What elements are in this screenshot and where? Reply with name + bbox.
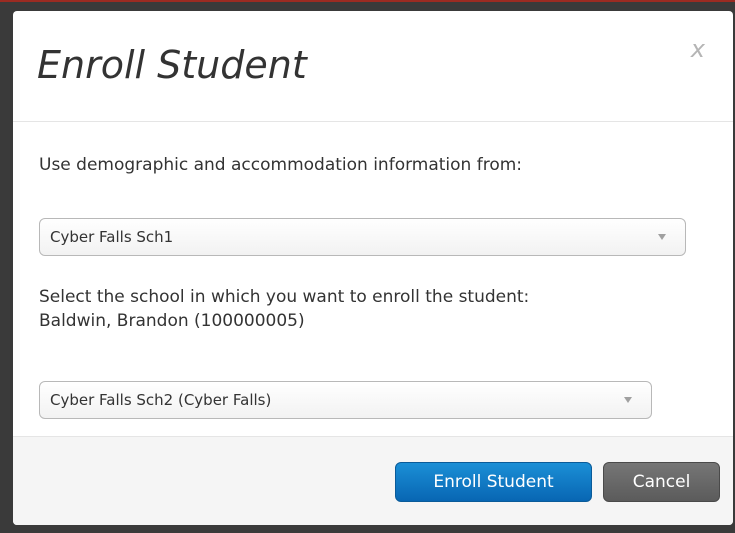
target-school-label: Select the school in which you want to e… [39, 287, 530, 307]
target-school-value: Cyber Falls Sch2 (Cyber Falls) [50, 391, 272, 409]
chevron-down-icon [658, 234, 666, 240]
close-icon[interactable]: x [691, 37, 705, 61]
source-school-select[interactable]: Cyber Falls Sch1 [39, 218, 686, 256]
chevron-down-icon [624, 397, 632, 403]
enroll-student-dialog: Enroll Student x Use demographic and acc… [13, 11, 733, 525]
target-school-select[interactable]: Cyber Falls Sch2 (Cyber Falls) [39, 381, 652, 419]
cancel-button[interactable]: Cancel [603, 462, 720, 502]
dialog-header: Enroll Student x [13, 11, 733, 122]
source-school-value: Cyber Falls Sch1 [50, 228, 174, 246]
dialog-body: Use demographic and accommodation inform… [13, 122, 733, 439]
dialog-title: Enroll Student [37, 43, 307, 87]
dialog-footer: Enroll Student Cancel [13, 436, 733, 525]
source-school-label: Use demographic and accommodation inform… [39, 155, 523, 175]
enroll-student-button[interactable]: Enroll Student [395, 462, 592, 502]
student-name: Baldwin, Brandon (100000005) [39, 311, 305, 331]
